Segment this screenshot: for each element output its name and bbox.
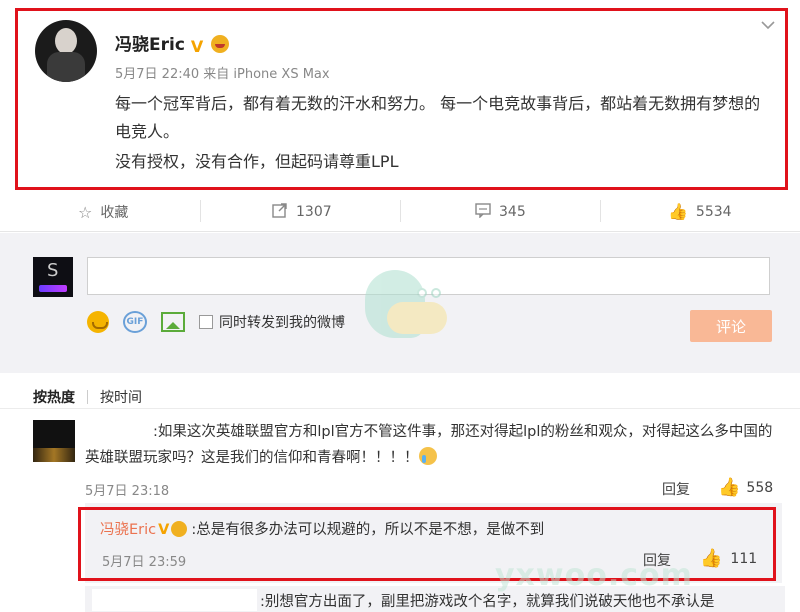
avatar-glyph: S <box>47 260 59 281</box>
composer-tools: GIF 同时转发到我的微博 <box>87 311 345 333</box>
forward-count: 1307 <box>296 204 332 220</box>
star-icon: ☆ <box>78 202 93 222</box>
divider <box>600 200 601 222</box>
commenter-avatar[interactable] <box>33 420 75 462</box>
comment-text: :如果这次英雄联盟官方和lpl官方不管这件事，那还对得起lpl的粉丝和观众，对得… <box>85 419 775 471</box>
partial-comment-text: :别想官方出面了，副里把游戏改个名字，就算我们说破天他也不承认是 <box>260 594 715 610</box>
repost-option[interactable]: 同时转发到我的微博 <box>199 312 345 332</box>
comment-sort-tabs: 按热度 按时间 <box>33 387 142 407</box>
gif-icon[interactable]: GIF <box>123 311 147 333</box>
watermark-eye <box>417 288 427 298</box>
forward-icon <box>272 202 288 222</box>
comment-icon <box>475 202 491 222</box>
comment-like-button[interactable]: 👍 558 <box>718 477 773 498</box>
avatar-decor <box>39 285 67 292</box>
comment-time: 5月7日 23:18 <box>85 484 170 499</box>
crying-emoji-icon <box>418 447 437 465</box>
watermark-logo <box>365 270 455 340</box>
tab-divider <box>87 390 88 404</box>
divider <box>200 200 201 222</box>
watermark-eye <box>431 288 441 298</box>
weibo-post: 冯骁Eric V 5月7日 22:40 来自 iPhone XS Max 每一个冠… <box>0 0 800 190</box>
watermark-shape <box>387 302 447 334</box>
tab-time[interactable]: 按时间 <box>100 387 142 407</box>
like-button[interactable]: 👍 5534 <box>668 202 732 221</box>
submit-comment-button[interactable]: 评论 <box>690 310 772 342</box>
tab-hot[interactable]: 按热度 <box>33 387 75 407</box>
redacted-name <box>92 589 257 611</box>
emoji-icon[interactable] <box>87 311 109 333</box>
repost-label: 同时转发到我的微博 <box>219 315 345 331</box>
forward-button[interactable]: 1307 <box>272 202 332 222</box>
thumb-up-icon: 👍 <box>668 202 688 221</box>
watermark-text: yxwoo.com <box>495 558 693 593</box>
reply-button[interactable]: 回复 <box>662 479 690 499</box>
divider <box>0 408 800 409</box>
comment-button[interactable]: 345 <box>475 202 526 222</box>
repost-checkbox[interactable] <box>199 315 213 329</box>
favorite-button[interactable]: ☆ 收藏 <box>78 202 128 222</box>
avatar-image <box>33 448 75 462</box>
thumb-up-icon: 👍 <box>718 477 741 498</box>
comment-like-count: 558 <box>746 479 774 496</box>
comment-count: 345 <box>499 204 526 220</box>
post-action-bar: ☆ 收藏 1307 345 👍 5534 <box>0 190 800 232</box>
like-count: 5534 <box>695 203 732 220</box>
divider <box>400 200 401 222</box>
my-avatar[interactable]: S <box>33 257 73 297</box>
favorite-label: 收藏 <box>100 205 129 221</box>
highlight-box <box>15 8 788 190</box>
image-icon[interactable] <box>161 312 185 332</box>
